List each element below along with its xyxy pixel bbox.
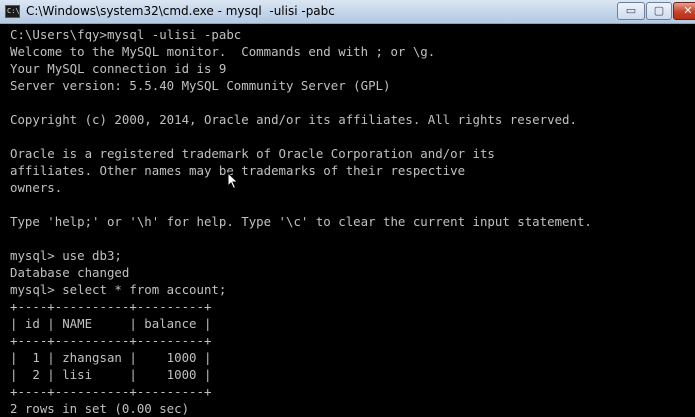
close-button[interactable]: ✕ — [673, 2, 695, 20]
minimize-button[interactable]: ▭ — [617, 2, 645, 20]
console-line: C:\Users\fqy>mysql -ulisi -pabc — [10, 27, 242, 42]
console-line: 2 rows in set (0.00 sec) — [10, 401, 190, 416]
console-line: +----+----------+---------+ — [10, 333, 212, 348]
console-line: owners. — [10, 180, 63, 195]
console-line: mysql> use db3; — [10, 248, 122, 263]
console-line: Server version: 5.5.40 MySQL Community S… — [10, 78, 391, 93]
console-line: Welcome to the MySQL monitor. Commands e… — [10, 44, 436, 59]
title-bar[interactable]: C:\ C:\Windows\system32\cmd.exe - mysql … — [0, 0, 695, 24]
maximize-button[interactable]: ▢ — [646, 2, 672, 20]
cmd-window: C:\ C:\Windows\system32\cmd.exe - mysql … — [0, 0, 695, 417]
console-line: Your MySQL connection id is 9 — [10, 61, 227, 76]
console-line: mysql> select * from account; — [10, 282, 227, 297]
console-line: | 2 | lisi | 1000 | — [10, 367, 212, 382]
mouse-pointer-icon — [227, 172, 239, 190]
console-line: +----+----------+---------+ — [10, 384, 212, 399]
console-line: +----+----------+---------+ — [10, 299, 212, 314]
console-line: Oracle is a registered trademark of Orac… — [10, 146, 495, 161]
console-text: C:\Users\fqy>mysql -ulisi -pabc Welcome … — [0, 24, 695, 417]
console-line: Copyright (c) 2000, 2014, Oracle and/or … — [10, 112, 577, 127]
window-title: C:\Windows\system32\cmd.exe - mysql -uli… — [26, 4, 335, 18]
console-app-icon: C:\ — [5, 5, 20, 18]
console-line: | 1 | zhangsan | 1000 | — [10, 350, 212, 365]
console-line: | id | NAME | balance | — [10, 316, 212, 331]
console-line: Type 'help;' or '\h' for help. Type '\c'… — [10, 214, 592, 229]
console-line: Database changed — [10, 265, 130, 280]
console-output-area[interactable]: C:\Users\fqy>mysql -ulisi -pabc Welcome … — [0, 24, 695, 417]
